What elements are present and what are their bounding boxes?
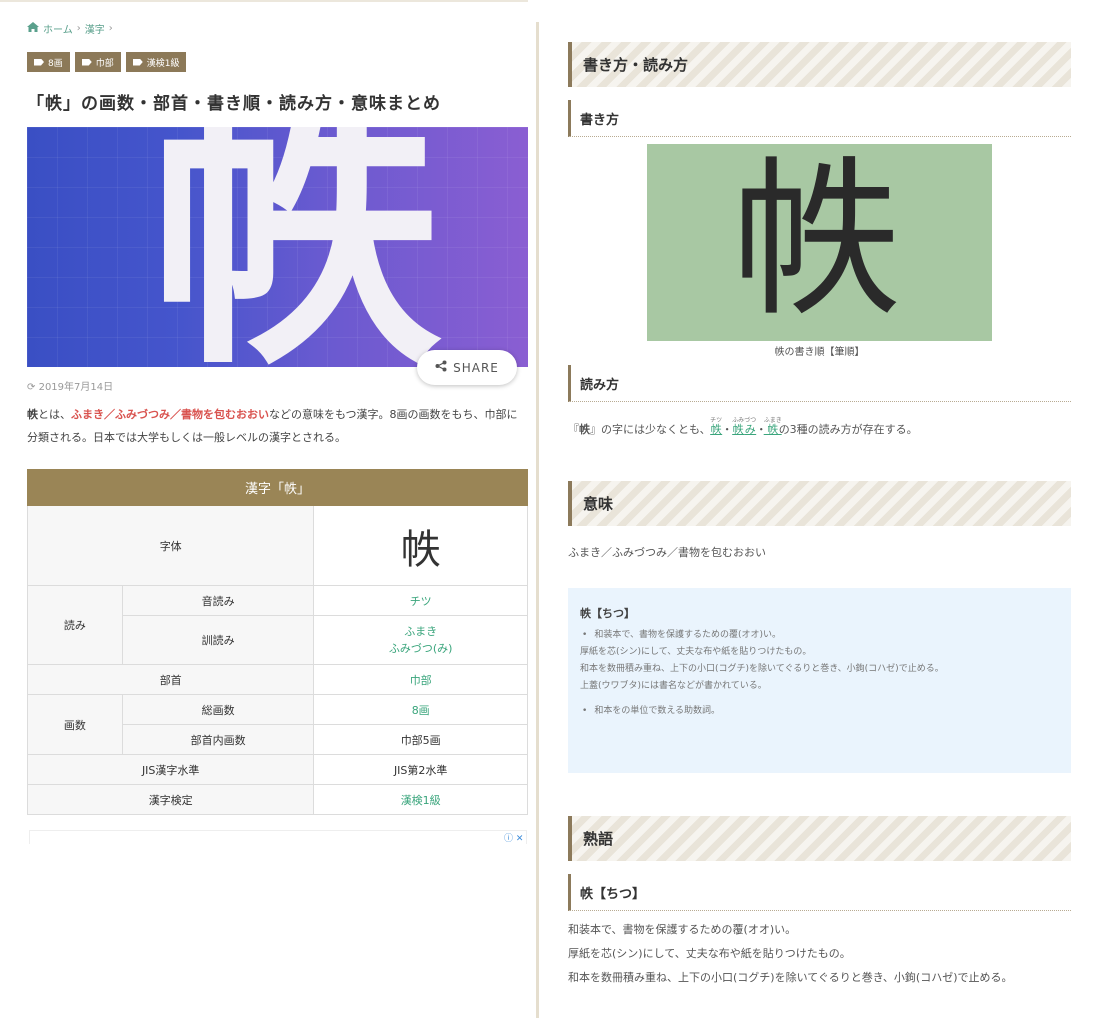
reading-okurigana: み: [744, 423, 757, 436]
subheading-writing: 書き方: [568, 100, 1071, 137]
kun-label: 訓読み: [121, 615, 315, 665]
on-label: 音読み: [121, 585, 315, 616]
tag-icon: [132, 58, 143, 66]
page-title: 「帙」の画数・部首・書き順・読み方・意味まとめ: [27, 94, 441, 114]
tag-label: 巾部: [95, 58, 114, 69]
hero-image: 帙: [27, 127, 528, 367]
kentei-link[interactable]: 漢検1級: [401, 794, 441, 807]
reading-link-kun-1[interactable]: 帙みふみづつ: [732, 417, 757, 436]
dictionary-box: 帙【ちつ】 和装本で、書物を保護するための覆(オオ)い。 厚紙を芯(シン)にして…: [568, 588, 1071, 773]
on-value: チツ: [313, 585, 528, 616]
lead-paragraph: 帙とは、ふまき／ふみづつみ／書物を包むおおいなどの意味をもつ漢字。8画の画数をも…: [27, 403, 528, 449]
total-strokes-link[interactable]: 8画: [412, 704, 430, 717]
breadcrumb: ホーム › 漢字 ›: [27, 21, 113, 36]
stroke-order-caption: 帙の書き順【筆順】: [774, 347, 865, 358]
tag-list: 8画 巾部 漢検1級: [27, 52, 187, 72]
reading-link-base: 帙: [732, 423, 745, 436]
jis-label: JIS漢字水準: [26, 754, 315, 785]
stroke-order-image: 帙: [647, 144, 992, 341]
compound-line: 厚紙を芯(シン)にして、丈夫な布や紙を貼りつけたもの。: [568, 947, 851, 960]
reading-link-base: 帙: [763, 423, 782, 436]
subheading-compound: 帙【ちつ】: [568, 874, 1071, 911]
lead-intro: とは、: [38, 408, 71, 421]
home-icon[interactable]: [27, 22, 39, 35]
tag-icon: [81, 58, 92, 66]
reading-prefix: 『: [568, 423, 579, 436]
refresh-icon: ⟳: [27, 382, 36, 393]
compound-definition: 和装本で、書物を保護するための覆(オオ)い。 厚紙を芯(シン)にして、丈夫な布や…: [568, 918, 1013, 990]
compound-line: 和装本で、書物を保護するための覆(オオ)い。: [568, 923, 797, 936]
share-icon: [435, 360, 447, 376]
meaning-text: ふまき／ふみづつみ／書物を包むおおい: [568, 546, 766, 559]
inner-strokes-label: 部首内画数: [121, 724, 315, 755]
share-button[interactable]: SHARE: [417, 350, 517, 385]
tag-radical[interactable]: 巾部: [74, 52, 121, 72]
subheading-reading: 読み方: [568, 365, 1071, 402]
breadcrumb-separator: ›: [108, 23, 113, 34]
section-heading-meaning: 意味: [568, 481, 1071, 526]
dictionary-line: 上蓋(ウワブタ)には書名などが書かれている。: [580, 681, 767, 691]
dictionary-spacer: [580, 695, 1059, 703]
kun-link-2[interactable]: ふみづつ(み): [389, 642, 453, 655]
ad-slot: [29, 830, 527, 844]
reading-link-kun-2[interactable]: 帙ふまき: [763, 417, 782, 436]
tag-label: 8画: [48, 58, 63, 69]
reading-link-base: 帙: [710, 423, 723, 436]
reading-sentence: 『帙』の字には少なくとも、帙チツ・帙みふみづつ・帙ふまきの3種の読み方が存在する…: [568, 417, 918, 437]
bushu-label: 部首: [26, 664, 315, 695]
on-link[interactable]: チツ: [410, 595, 432, 608]
breadcrumb-home-link[interactable]: ホーム: [43, 21, 73, 36]
tag-kentei[interactable]: 漢検1級: [125, 52, 187, 72]
lead-kanji: 帙: [27, 408, 38, 421]
inner-strokes-value: 巾部5画: [313, 724, 528, 755]
date-text: 2019年7月14日: [38, 382, 114, 393]
stroke-order-kanji: 帙: [731, 144, 902, 340]
yomi-label: 読み: [27, 585, 123, 665]
dictionary-title: 帙【ちつ】: [580, 607, 635, 620]
kakusu-label: 画数: [27, 694, 123, 755]
bushu-link[interactable]: 巾部: [410, 674, 432, 687]
section-heading-compounds: 熟語: [568, 816, 1071, 861]
dictionary-line: 和本をの単位で数える助数詞。: [580, 703, 1059, 720]
publish-date: ⟳ 2019年7月14日: [27, 378, 113, 393]
dictionary-line: 和本を数冊積み重ね、上下の小口(コグチ)を除いてぐるりと巻き、小鉤(コハゼ)で止…: [580, 664, 944, 674]
column-divider: [536, 22, 539, 1018]
jitai-value: 帙: [313, 505, 528, 586]
reading-link-on[interactable]: 帙チツ: [710, 417, 723, 436]
jitai-label: 字体: [26, 505, 315, 586]
reading-suffix: の3種の読み方が存在する。: [778, 423, 918, 436]
top-rule: [0, 0, 528, 2]
jitai-char: 帙: [400, 526, 441, 573]
dictionary-line: 和装本で、書物を保護するための覆(オオ)い。: [580, 627, 1059, 644]
kanji-info-table: 漢字「帙」 字体 帙 読み 音読み チツ 訓読み ふまき ふみづつ(み) 部首 …: [26, 469, 528, 815]
tag-label: 漢検1級: [146, 58, 180, 69]
tag-strokes[interactable]: 8画: [27, 52, 70, 72]
reading-mid: 』の字には少なくとも、: [590, 423, 711, 436]
ad-choices-icon[interactable]: ⓘ ✕: [504, 831, 523, 844]
lead-meaning: ふまき／ふみづつみ／書物を包むおおい: [71, 408, 269, 421]
total-strokes-value: 8画: [313, 694, 528, 725]
table-header: 漢字「帙」: [27, 469, 528, 506]
section-heading-writing-reading: 書き方・読み方: [568, 42, 1071, 87]
kun-link-1[interactable]: ふまき: [404, 625, 437, 638]
kentei-value: 漢検1級: [313, 784, 528, 815]
kun-value: ふまき ふみづつ(み): [313, 615, 528, 665]
dictionary-line: 厚紙を芯(シン)にして、丈夫な布や紙を貼りつけたもの。: [580, 647, 812, 657]
kentei-label: 漢字検定: [26, 784, 315, 815]
reading-kanji: 帙: [579, 423, 590, 436]
share-label: SHARE: [453, 360, 499, 375]
jis-value: JIS第2水準: [313, 754, 528, 785]
bushu-value: 巾部: [313, 664, 528, 695]
total-strokes-label: 総画数: [121, 694, 315, 725]
breadcrumb-separator: ›: [76, 23, 81, 34]
hero-kanji: 帙: [149, 127, 441, 367]
compound-line: 和本を数冊積み重ね、上下の小口(コグチ)を除いてぐるりと巻き、小鉤(コハゼ)で止…: [568, 971, 1013, 984]
breadcrumb-category-link[interactable]: 漢字: [85, 21, 105, 36]
tag-icon: [34, 58, 44, 66]
